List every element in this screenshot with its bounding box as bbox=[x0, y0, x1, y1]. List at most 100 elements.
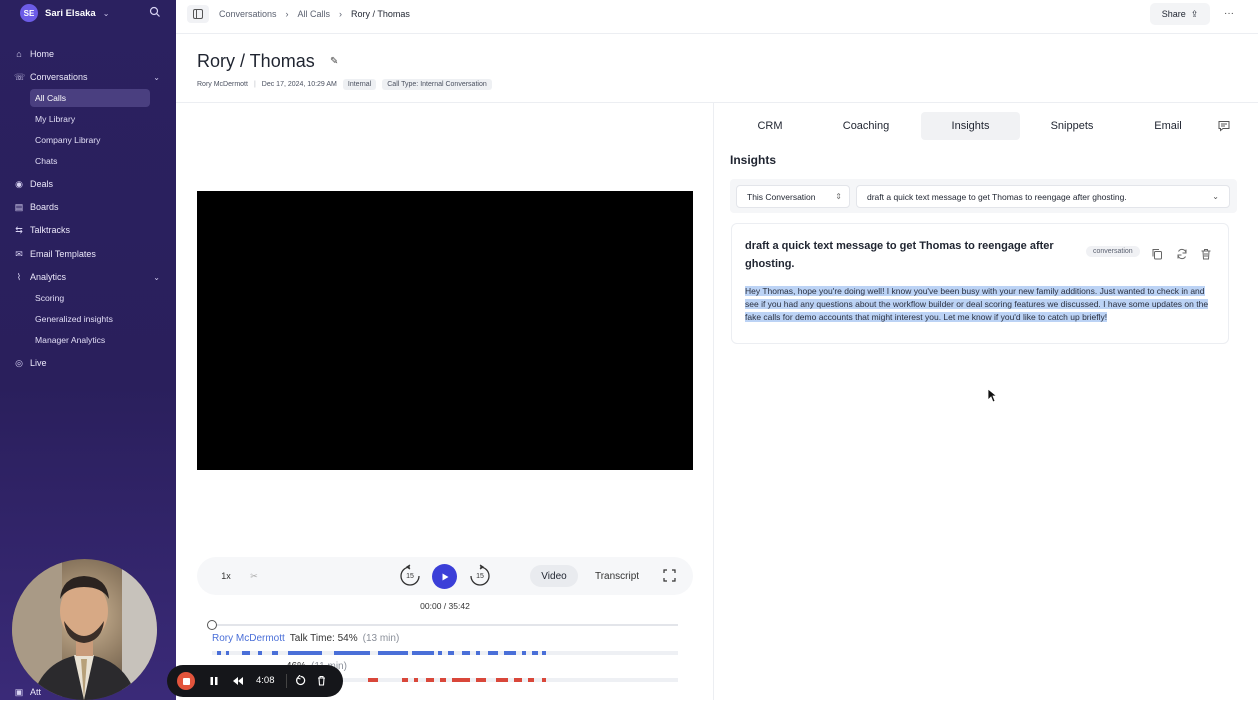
call-date: Dec 17, 2024, 10:29 AM bbox=[261, 81, 337, 88]
breadcrumb-all-calls[interactable]: All Calls bbox=[298, 9, 331, 19]
insights-filter-bar: This Conversation ⇕ draft a quick text m… bbox=[730, 179, 1237, 213]
insight-question: draft a quick text message to get Thomas… bbox=[745, 240, 1054, 270]
speaker-talk-time: Talk Time: 54% bbox=[289, 633, 358, 644]
rewind-icon[interactable] bbox=[232, 676, 244, 686]
restart-icon[interactable] bbox=[295, 675, 306, 686]
email-icon: ✉ bbox=[15, 249, 23, 259]
sidebar-item-label: Att bbox=[30, 687, 42, 697]
analytics-icon: ⌇ bbox=[16, 272, 22, 282]
fullscreen-icon[interactable] bbox=[663, 569, 676, 582]
tab-email[interactable]: Email bbox=[1128, 112, 1208, 140]
tab-insights[interactable]: Insights bbox=[921, 112, 1020, 140]
sidebar-item-label: Email Templates bbox=[30, 249, 96, 259]
chevron-right-icon: › bbox=[339, 9, 343, 19]
play-button[interactable] bbox=[432, 564, 457, 589]
sidebar-item-label: Analytics bbox=[30, 272, 67, 282]
player-controls: 1x ✂ 15 15 Video Transcript bbox=[197, 557, 693, 595]
tab-transcript[interactable]: Transcript bbox=[587, 565, 647, 587]
presenter-image bbox=[12, 559, 157, 700]
scope-value: This Conversation bbox=[747, 191, 816, 202]
sidebar-item-label: Conversations bbox=[30, 72, 88, 82]
share-label: Share bbox=[1161, 9, 1186, 19]
progress-handle[interactable] bbox=[207, 620, 217, 630]
copy-icon[interactable] bbox=[1151, 248, 1163, 260]
webcam-overlay bbox=[12, 559, 157, 700]
more-options-button[interactable]: ··· bbox=[1224, 8, 1234, 19]
insight-prompt-select[interactable]: draft a quick text message to get Thomas… bbox=[856, 185, 1230, 208]
stop-recording-button[interactable] bbox=[177, 672, 195, 690]
sidebar-item-label: Live bbox=[30, 358, 47, 368]
playback-speed-button[interactable]: 1x bbox=[219, 569, 233, 583]
refresh-icon[interactable] bbox=[1176, 248, 1188, 260]
chat-icon: ☏ bbox=[14, 72, 26, 82]
home-icon: ⌂ bbox=[16, 49, 22, 59]
sidebar-item-scoring[interactable]: Scoring bbox=[30, 289, 150, 307]
sidebar-item-home[interactable]: ⌂ Home bbox=[14, 44, 164, 64]
tag-internal: Internal bbox=[342, 79, 377, 90]
pause-icon[interactable] bbox=[209, 676, 219, 686]
sidebar-item-all-calls[interactable]: All Calls bbox=[30, 89, 150, 107]
speaker-name[interactable]: Rory McDermott bbox=[212, 633, 285, 644]
tab-coaching[interactable]: Coaching bbox=[826, 112, 906, 140]
sidebar-item-live[interactable]: ◎ Live bbox=[14, 353, 164, 373]
tab-video[interactable]: Video bbox=[530, 565, 578, 587]
upload-icon: ⇪ bbox=[1190, 8, 1199, 19]
sidebar-item-label: Home bbox=[30, 49, 55, 59]
call-owner: Rory McDermott bbox=[197, 81, 248, 88]
sidebar-item-analytics[interactable]: ⌇ Analytics ⌄ bbox=[14, 267, 164, 287]
breadcrumb: Conversations › All Calls › Rory / Thoma… bbox=[219, 9, 410, 19]
speaker-minutes: (13 min) bbox=[362, 633, 400, 644]
toggle-sidebar-button[interactable] bbox=[187, 5, 209, 23]
breadcrumb-conversations[interactable]: Conversations bbox=[219, 9, 277, 19]
scissors-icon[interactable]: ✂ bbox=[247, 569, 261, 583]
skip-back-seconds: 15 bbox=[406, 572, 414, 580]
workspace-name: Sari Elsaka bbox=[45, 7, 96, 19]
chevron-down-icon: ⌄ bbox=[153, 272, 160, 282]
avatar: SE bbox=[20, 4, 38, 22]
separator: | bbox=[253, 81, 256, 88]
insight-card: draft a quick text message to get Thomas… bbox=[731, 223, 1229, 344]
boards-icon: ▤ bbox=[14, 202, 24, 212]
share-button[interactable]: Share ⇪ bbox=[1150, 3, 1210, 25]
sidebar-item-company-library[interactable]: Company Library bbox=[30, 131, 150, 149]
sidebar-item-label: Talktracks bbox=[30, 225, 71, 235]
speaker-1-timeline[interactable] bbox=[212, 651, 678, 655]
tab-snippets[interactable]: Snippets bbox=[1032, 112, 1112, 140]
chevron-right-icon: › bbox=[285, 9, 289, 19]
comment-icon[interactable] bbox=[1218, 120, 1230, 132]
trash-icon[interactable] bbox=[316, 675, 327, 686]
sidebar-item-conversations[interactable]: ☏ Conversations ⌄ bbox=[14, 67, 164, 87]
chevron-down-icon: ⌄ bbox=[1212, 192, 1219, 201]
sidebar-item-generalized-insights[interactable]: Generalized insights bbox=[30, 310, 150, 328]
sidebar-item-talktracks[interactable]: ⇆ Talktracks bbox=[14, 220, 164, 240]
sidebar-item-my-library[interactable]: My Library bbox=[30, 110, 150, 128]
trash-icon[interactable] bbox=[1200, 248, 1212, 260]
topbar: Conversations › All Calls › Rory / Thoma… bbox=[176, 0, 1258, 34]
play-icon bbox=[442, 573, 448, 580]
speaker-row-1: Rory McDermott Talk Time: 54% (13 min) bbox=[212, 633, 399, 644]
divider bbox=[713, 103, 714, 700]
talktracks-icon: ⇆ bbox=[15, 225, 23, 235]
sidebar-item-email-templates[interactable]: ✉ Email Templates bbox=[14, 244, 164, 264]
sidebar-item-deals[interactable]: ◉ Deals bbox=[14, 174, 164, 194]
sidebar-item-label: Boards bbox=[30, 202, 59, 212]
sidebar-item-chats[interactable]: Chats bbox=[30, 152, 150, 170]
progress-track[interactable] bbox=[212, 624, 678, 626]
pencil-icon[interactable]: ✎ bbox=[330, 56, 338, 67]
stop-icon bbox=[182, 677, 190, 685]
sidebar-item-boards[interactable]: ▤ Boards bbox=[14, 197, 164, 217]
sidebar-item-manager-analytics[interactable]: Manager Analytics bbox=[30, 331, 150, 349]
attachment-icon: ▣ bbox=[14, 687, 24, 697]
playback-time: 00:00 / 35:42 bbox=[420, 601, 470, 611]
deals-icon: ◉ bbox=[15, 179, 23, 189]
video-player[interactable] bbox=[197, 191, 693, 470]
search-icon[interactable] bbox=[149, 6, 161, 18]
skip-forward-seconds: 15 bbox=[476, 572, 484, 580]
workspace-switcher[interactable]: SE Sari Elsaka ⌄ bbox=[20, 4, 109, 22]
divider bbox=[176, 102, 1258, 103]
scope-select[interactable]: This Conversation ⇕ bbox=[736, 185, 850, 208]
divider bbox=[286, 674, 287, 688]
mouse-cursor-icon bbox=[987, 388, 997, 403]
insight-answer-text: Hey Thomas, hope you're doing well! I kn… bbox=[745, 286, 1209, 322]
tab-crm[interactable]: CRM bbox=[730, 112, 810, 140]
